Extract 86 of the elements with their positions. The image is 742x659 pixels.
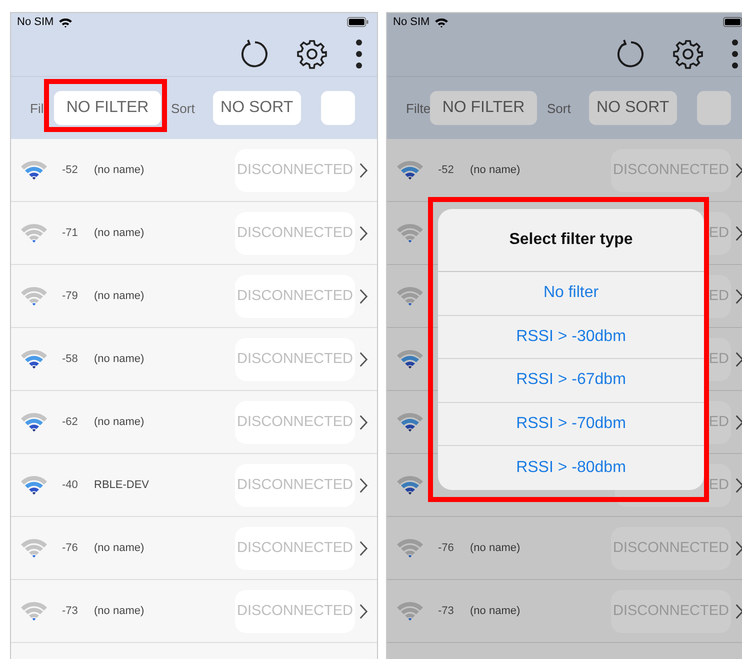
chevron-icon[interactable] — [359, 350, 368, 368]
signal-icon — [20, 538, 48, 558]
signal-icon — [20, 475, 48, 495]
device-name: (no name) — [470, 605, 520, 617]
signal-icon — [20, 412, 48, 432]
chevron-icon[interactable] — [735, 350, 742, 368]
filter-button[interactable]: NO FILTER — [430, 91, 537, 125]
chevron-icon[interactable] — [359, 288, 368, 304]
device-name: (no name) — [94, 542, 144, 554]
signal-icon — [396, 223, 424, 243]
carrier-label: No SIM — [17, 16, 54, 28]
signal-icon — [20, 286, 48, 306]
connection-status-button[interactable]: DISCONNECTED — [234, 464, 355, 506]
sort-button[interactable]: NO SORT — [212, 91, 301, 125]
chevron-icon[interactable] — [359, 540, 368, 556]
device-name: (no name) — [94, 164, 144, 176]
filter-label: Fil — [30, 100, 45, 116]
connection-status-button[interactable]: DISCONNECTED — [234, 148, 355, 192]
filter-button[interactable]: NO FILTER — [54, 91, 161, 125]
signal-icon — [396, 160, 424, 180]
chevron-icon[interactable] — [735, 288, 742, 304]
carrier-label: No SIM — [393, 16, 430, 28]
device-name: (no name) — [94, 227, 144, 239]
connection-status-button[interactable]: DISCONNECTED — [234, 212, 355, 254]
signal-icon — [396, 412, 424, 432]
rssi-value: -40 — [62, 479, 79, 491]
rssi-value: -76 — [438, 542, 455, 554]
signal-icon — [20, 223, 48, 243]
chevron-icon[interactable] — [735, 540, 742, 556]
chevron-icon[interactable] — [359, 162, 368, 178]
device-name: (no name) — [470, 542, 520, 554]
wifi-status-icon — [434, 16, 449, 28]
rssi-value: -62 — [62, 416, 79, 428]
device-name: (no name) — [94, 353, 144, 365]
signal-icon — [20, 160, 48, 180]
signal-icon — [396, 601, 424, 621]
rssi-value: -73 — [62, 605, 79, 617]
filter-option[interactable]: RSSI > -30dbm — [438, 316, 704, 359]
connection-status-button[interactable]: DISCONNECTED — [234, 590, 355, 632]
sort-label: Sort — [171, 100, 195, 116]
chevron-icon[interactable] — [735, 476, 742, 494]
filter-label: Filte — [406, 100, 430, 116]
chevron-icon[interactable] — [735, 224, 742, 242]
battery-icon — [723, 17, 742, 27]
signal-icon — [20, 349, 48, 369]
rssi-value: -79 — [62, 290, 79, 302]
signal-icon — [396, 475, 424, 495]
signal-icon — [20, 601, 48, 621]
sort-button[interactable]: NO SORT — [588, 91, 677, 125]
refresh-icon[interactable] — [615, 38, 645, 68]
wifi-status-icon — [58, 16, 73, 28]
chevron-icon[interactable] — [359, 602, 368, 620]
connection-status-button[interactable]: DISCONNECTED — [234, 338, 355, 380]
settings-icon[interactable] — [673, 38, 703, 68]
device-name: (no name) — [94, 290, 144, 302]
rssi-value: -76 — [62, 542, 79, 554]
connection-status-button[interactable]: DISCONNECTED — [234, 400, 355, 444]
chevron-icon[interactable] — [359, 476, 368, 494]
chevron-icon[interactable] — [359, 414, 368, 430]
chevron-icon[interactable] — [359, 224, 368, 242]
chevron-icon[interactable] — [735, 414, 742, 430]
device-name: (no name) — [94, 416, 144, 428]
rssi-value: -52 — [438, 164, 455, 176]
filter-option[interactable]: No filter — [438, 272, 704, 316]
filter-option[interactable]: RSSI > -67dbm — [438, 359, 704, 402]
filter-option[interactable]: RSSI > -70dbm — [438, 402, 704, 446]
device-name: (no name) — [470, 164, 520, 176]
rssi-value: -58 — [62, 353, 79, 365]
rssi-value: -71 — [62, 227, 79, 239]
refresh-icon[interactable] — [239, 38, 269, 68]
rssi-value: -52 — [62, 164, 79, 176]
rssi-value: -73 — [438, 605, 455, 617]
signal-icon — [396, 538, 424, 558]
device-name: (no name) — [94, 605, 144, 617]
connection-status-button[interactable]: DISCONNECTED — [234, 526, 355, 570]
chevron-icon[interactable] — [735, 162, 742, 178]
device-name: RBLE-DEV — [94, 479, 150, 491]
sort-label: Sort — [547, 100, 571, 116]
signal-icon — [396, 286, 424, 306]
settings-icon[interactable] — [297, 38, 327, 68]
chevron-icon[interactable] — [735, 602, 742, 620]
battery-icon — [347, 17, 369, 27]
connection-status-button[interactable]: DISCONNECTED — [234, 274, 355, 318]
more-icon[interactable] — [731, 38, 739, 68]
more-icon[interactable] — [355, 38, 363, 68]
signal-icon — [396, 349, 424, 369]
